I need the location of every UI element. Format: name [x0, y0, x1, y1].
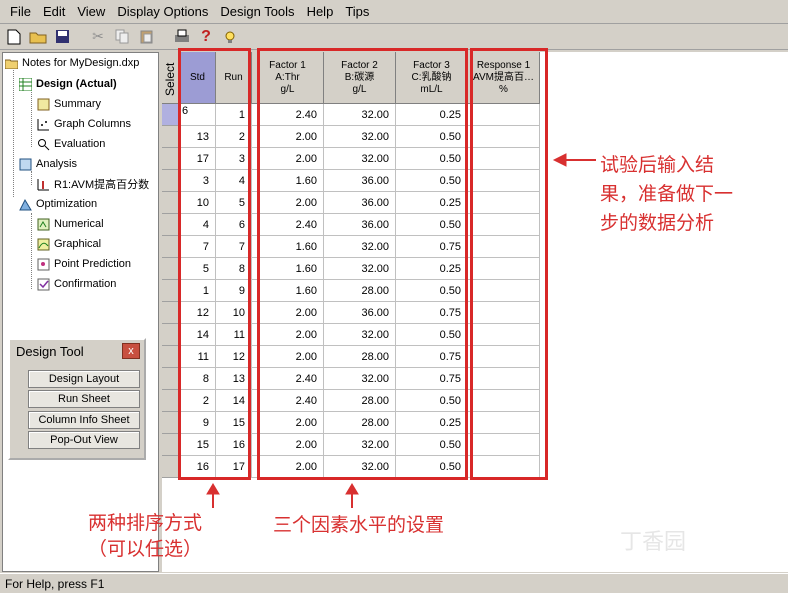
annotation-line: 试验后输入结 [600, 154, 715, 176]
annotation-line: 两种排序方式 [88, 512, 203, 534]
annotation-sort-note: 两种排序方式 （可以任选） [88, 510, 202, 562]
annotation-response-note: 试验后输入结 果，准备做下一 步的数据分析 [600, 152, 733, 236]
status-bar: For Help, press F1 [0, 573, 788, 593]
status-text: For Help, press F1 [5, 576, 105, 591]
annotation-factor-note: 三个因素水平的设置 [273, 514, 445, 536]
annotation-line: 步的数据分析 [600, 212, 715, 234]
annotation-arrows [206, 153, 596, 508]
watermark: 丁香园 [620, 530, 687, 555]
annotation-line: 果，准备做下一 [600, 183, 734, 205]
annotation-line: （可以任选） [88, 538, 203, 560]
